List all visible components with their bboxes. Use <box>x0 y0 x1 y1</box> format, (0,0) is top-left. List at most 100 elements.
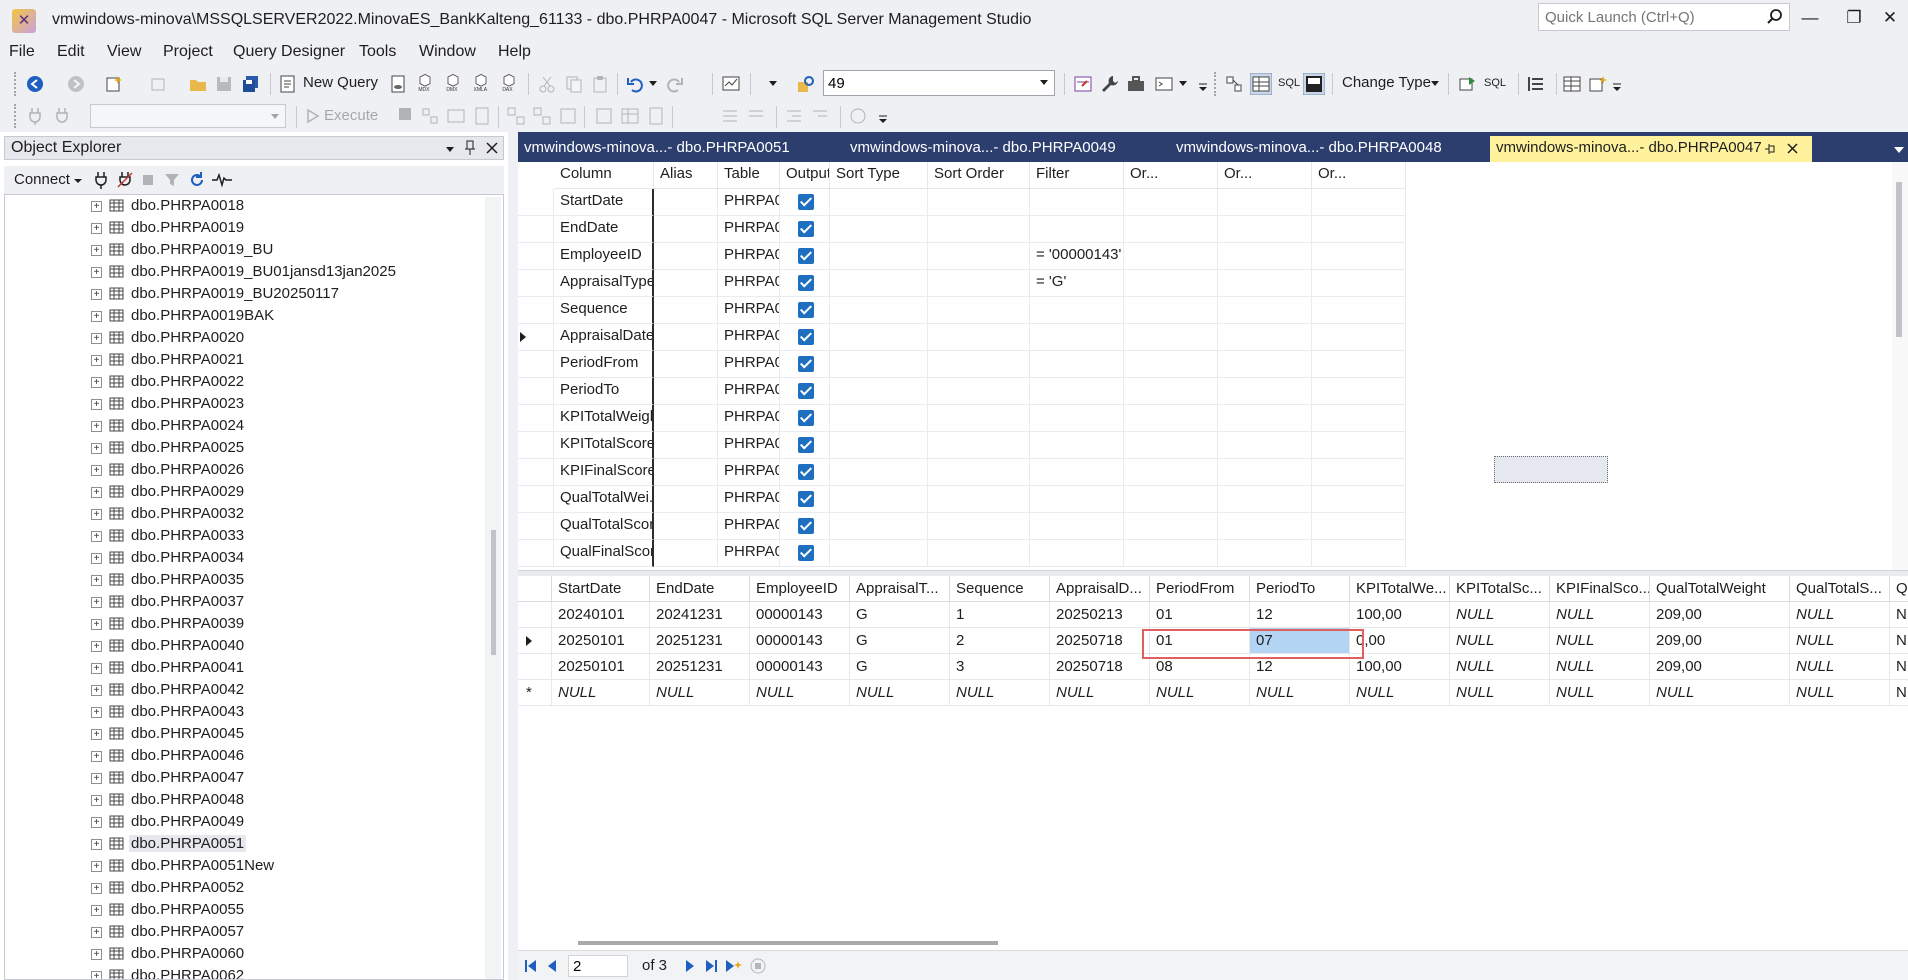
copy-icon[interactable] <box>564 74 584 94</box>
expand-icon[interactable]: + <box>91 795 102 806</box>
criteria-cell-filter[interactable] <box>1030 540 1124 567</box>
previous-record-icon[interactable] <box>546 959 558 973</box>
specify-template-values-icon[interactable] <box>848 106 868 126</box>
criteria-row-selector[interactable] <box>518 243 554 270</box>
tree-node-label[interactable]: dbo.PHRPA0018 <box>129 197 246 214</box>
criteria-cell-column[interactable]: KPIFinalScore <box>554 459 654 486</box>
criteria-cell-filter[interactable] <box>1030 324 1124 351</box>
criteria-cell-filter[interactable] <box>1030 378 1124 405</box>
criteria-cell-alias[interactable] <box>654 297 718 324</box>
criteria-cell-or3[interactable] <box>1312 243 1406 270</box>
tree-node[interactable]: + dbo.PHRPA0041 <box>5 657 483 679</box>
criteria-row-selector[interactable] <box>518 297 554 324</box>
tab-phrpa0051[interactable]: vmwindows-minova...- dbo.PHRPA0051 <box>518 136 796 162</box>
results-column-header[interactable]: AppraisalT... <box>850 576 950 602</box>
criteria-cell-table[interactable]: PHRPA0047 <box>718 459 780 486</box>
criteria-cell-table[interactable]: PHRPA0047 <box>718 405 780 432</box>
results-cell[interactable]: 01 <box>1150 602 1250 628</box>
toolbar-options-icon[interactable] <box>1198 82 1208 92</box>
criteria-cell-alias[interactable] <box>654 486 718 513</box>
criteria-cell-or1[interactable] <box>1124 297 1218 324</box>
results-cell[interactable]: NULL <box>650 680 750 706</box>
tree-node[interactable]: + dbo.PHRPA0019BAK <box>5 305 483 327</box>
last-record-icon[interactable] <box>704 959 718 973</box>
tree-node-label[interactable]: dbo.PHRPA0041 <box>129 659 246 676</box>
expand-icon[interactable]: + <box>91 905 102 916</box>
tree-node[interactable]: + dbo.PHRPA0051 <box>5 833 483 855</box>
expand-icon[interactable]: + <box>91 245 102 256</box>
criteria-cell-or3[interactable] <box>1312 351 1406 378</box>
results-column-header[interactable]: Sequence <box>950 576 1050 602</box>
menu-tools[interactable]: Tools <box>359 43 396 61</box>
criteria-cell-column[interactable]: QualTotalScore <box>554 513 654 540</box>
tree-node-label[interactable]: dbo.PHRPA0034 <box>129 549 246 566</box>
tree-node[interactable]: + dbo.PHRPA0020 <box>5 327 483 349</box>
criteria-cell-or1[interactable] <box>1124 351 1218 378</box>
menu-edit[interactable]: Edit <box>57 43 85 61</box>
criteria-row-selector[interactable] <box>518 189 554 216</box>
search-icon[interactable] <box>1765 7 1785 27</box>
criteria-cell-sortorder[interactable] <box>928 297 1030 324</box>
tree-node[interactable]: + dbo.PHRPA0029 <box>5 481 483 503</box>
toolbar-grip[interactable] <box>1214 72 1218 96</box>
criteria-cell-column[interactable]: QualFinalScore <box>554 540 654 567</box>
expand-icon[interactable]: + <box>91 949 102 960</box>
xmla-query-icon[interactable]: XMLA <box>471 72 491 92</box>
results-cell[interactable]: 00000143 <box>750 628 850 654</box>
tree-node-label[interactable]: dbo.PHRPA0025 <box>129 439 246 456</box>
tree-node[interactable]: + dbo.PHRPA0032 <box>5 503 483 525</box>
results-cell[interactable]: 209,00 <box>1650 602 1790 628</box>
criteria-cell-table[interactable]: PHRPA0047 <box>718 270 780 297</box>
tree-node-label[interactable]: dbo.PHRPA0047 <box>129 769 246 786</box>
results-column-header[interactable]: StartDate <box>552 576 650 602</box>
expand-icon[interactable]: + <box>91 971 102 979</box>
criteria-cell-output[interactable] <box>780 351 830 378</box>
toolbar-grip[interactable] <box>14 72 18 96</box>
toolbox-icon[interactable] <box>1126 74 1146 94</box>
criteria-cell-alias[interactable] <box>654 513 718 540</box>
criteria-cell-sortorder[interactable] <box>928 216 1030 243</box>
results-cell[interactable]: N <box>1890 602 1908 628</box>
display-plan-icon[interactable] <box>446 106 466 126</box>
criteria-cell-table[interactable]: PHRPA0047 <box>718 324 780 351</box>
tree-node-label[interactable]: dbo.PHRPA0020 <box>129 329 246 346</box>
redo-icon[interactable] <box>664 74 684 94</box>
results-row-selector[interactable] <box>518 602 552 628</box>
results-cell[interactable]: NULL <box>1790 602 1890 628</box>
criteria-cell-or1[interactable] <box>1124 243 1218 270</box>
criteria-cell-output[interactable] <box>780 216 830 243</box>
criteria-cell-or2[interactable] <box>1218 270 1312 297</box>
results-column-header[interactable]: QualTotalS... <box>1790 576 1890 602</box>
tree-node-label[interactable]: dbo.PHRPA0037 <box>129 593 246 610</box>
criteria-cell-sortorder[interactable] <box>928 351 1030 378</box>
cut-icon[interactable] <box>537 74 557 94</box>
show-sql-pane-button[interactable]: SQL <box>1278 77 1300 89</box>
stop-icon[interactable] <box>142 174 154 186</box>
tab-phrpa0049[interactable]: vmwindows-minova...- dbo.PHRPA0049 <box>844 136 1122 162</box>
change-connection-icon[interactable] <box>52 106 72 126</box>
results-row-selector[interactable]: * <box>518 680 552 706</box>
criteria-cell-or2[interactable] <box>1218 459 1312 486</box>
wrench-icon[interactable] <box>1100 74 1120 94</box>
criteria-cell-sorttype[interactable] <box>830 297 928 324</box>
output-checkbox[interactable] <box>798 383 814 399</box>
criteria-cell-alias[interactable] <box>654 540 718 567</box>
results-cell[interactable]: NULL <box>1450 680 1550 706</box>
toolbar-grip[interactable] <box>14 104 18 128</box>
results-cell[interactable]: N <box>1890 654 1908 680</box>
criteria-cell-sorttype[interactable] <box>830 513 928 540</box>
expand-icon[interactable]: + <box>91 641 102 652</box>
tree-node[interactable]: + dbo.PHRPA0047 <box>5 767 483 789</box>
criteria-cell-table[interactable]: PHRPA0047 <box>718 378 780 405</box>
window-position-icon[interactable] <box>445 144 455 154</box>
change-type-button[interactable]: Change Type <box>1342 74 1431 91</box>
tree-node[interactable]: + dbo.PHRPA0051New <box>5 855 483 877</box>
tab-list-dropdown-icon[interactable] <box>1894 146 1904 154</box>
criteria-cell-column[interactable]: EndDate <box>554 216 654 243</box>
expand-icon[interactable]: + <box>91 311 102 322</box>
results-to-grid-icon[interactable] <box>620 106 640 126</box>
toolbar-options-icon[interactable] <box>1612 82 1622 92</box>
results-column-header[interactable]: AppraisalD... <box>1050 576 1150 602</box>
tree-node-label[interactable]: dbo.PHRPA0043 <box>129 703 246 720</box>
criteria-cell-output[interactable] <box>780 405 830 432</box>
